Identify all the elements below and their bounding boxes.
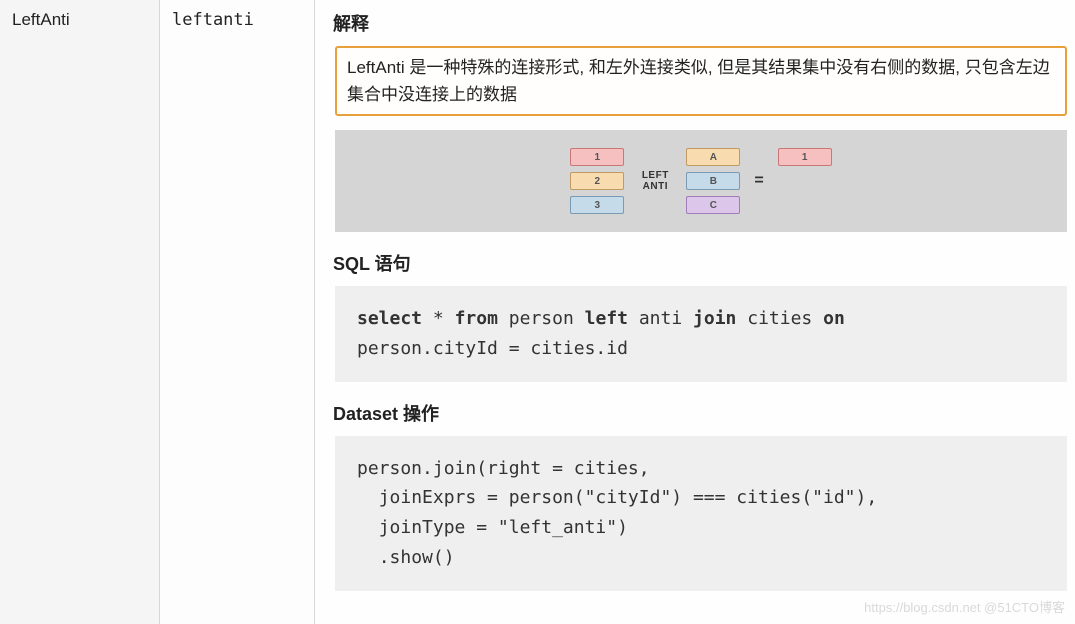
explain-box: LeftAnti 是一种特殊的连接形式, 和左外连接类似, 但是其结果集中没有右… [335, 46, 1067, 116]
diagram-right-set: A B C [686, 148, 740, 214]
kw-select: select [357, 308, 422, 329]
column-alias: leftanti [160, 0, 315, 624]
kw-join: join [693, 308, 736, 329]
main-content: 解释 LeftAnti 是一种特殊的连接形式, 和左外连接类似, 但是其结果集中… [315, 0, 1075, 624]
dataset-code: person.join(right = cities, joinExprs = … [335, 436, 1067, 591]
heading-sql: SQL 语句 [333, 250, 1075, 276]
heading-dataset: Dataset 操作 [333, 400, 1075, 426]
column-name: LeftAnti [0, 0, 160, 624]
kw-left: left [585, 308, 628, 329]
diagram-op-label: LEFT ANTI [638, 170, 672, 192]
ds-l1: person.join(right = cities, [357, 458, 650, 479]
sql-code: select * from person left anti join citi… [335, 286, 1067, 381]
ds-l3: joinType = "left_anti") [357, 517, 628, 538]
ds-l2: joinExprs = person("cityId") === cities(… [357, 487, 877, 508]
sql-line2: person.cityId = cities.id [357, 338, 628, 359]
diagram-box: C [686, 196, 740, 214]
diagram-box: 3 [570, 196, 624, 214]
diagram-box: B [686, 172, 740, 190]
diagram-box: 1 [778, 148, 832, 166]
diagram-box: 2 [570, 172, 624, 190]
sql-anti: anti [639, 308, 682, 329]
kw-on: on [823, 308, 845, 329]
sql-cities: cities [747, 308, 812, 329]
leftanti-diagram: 1 2 3 LEFT ANTI A B C = 1 [335, 130, 1067, 232]
ds-l4: .show() [357, 547, 455, 568]
sql-person: person [509, 308, 574, 329]
equals-icon: = [754, 172, 763, 190]
diagram-box: 1 [570, 148, 624, 166]
diagram-result-set: 1 [778, 148, 832, 166]
sql-star: * [433, 308, 444, 329]
diagram-left-set: 1 2 3 [570, 148, 624, 214]
doc-page: LeftAnti leftanti 解释 LeftAnti 是一种特殊的连接形式… [0, 0, 1075, 624]
heading-explain: 解释 [333, 10, 1075, 36]
kw-from: from [455, 308, 498, 329]
diagram-box: A [686, 148, 740, 166]
